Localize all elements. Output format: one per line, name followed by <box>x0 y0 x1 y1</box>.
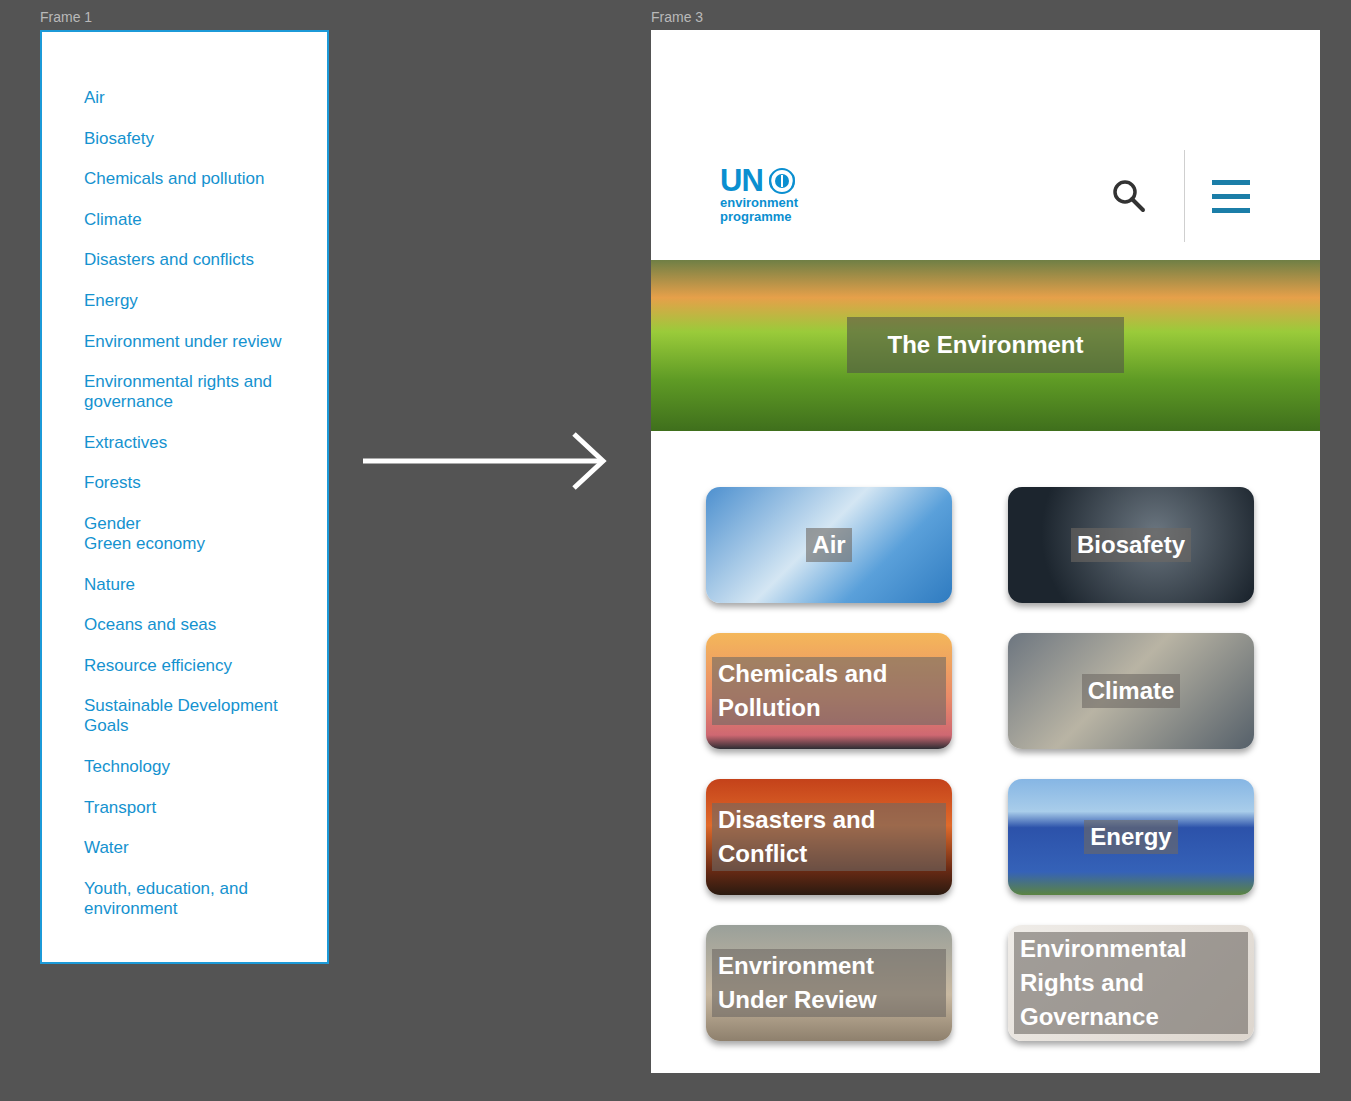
logo-line: environment <box>720 196 798 210</box>
logo[interactable]: UNenvironmentprogramme <box>720 166 798 224</box>
design-canvas: Frame 1 Frame 3 Air Biosafety Chemicals and … <box>0 0 1351 1101</box>
topic-card[interactable]: Chemicals and Pollution <box>706 633 952 749</box>
topic-item[interactable]: Resource efficiency <box>84 656 301 676</box>
topic-card[interactable]: Climate <box>1008 633 1254 749</box>
topic-item[interactable]: Chemicals and pollution <box>84 169 301 189</box>
topic-item[interactable]: Air <box>84 88 301 108</box>
topic-item[interactable]: Environment under review <box>84 332 301 352</box>
menu-icon <box>1212 208 1250 213</box>
page-frame: UNenvironmentprogramme The Environment Air… <box>651 30 1320 1073</box>
header-divider <box>1184 150 1185 242</box>
frame-label: Frame 1 <box>40 9 92 25</box>
topic-item[interactable]: Climate <box>84 210 301 230</box>
logo-top: UN <box>720 166 798 196</box>
topic-item[interactable]: Sustainable Development Goals <box>84 696 301 736</box>
card-title: Environmental Rights and Governance <box>1014 932 1248 1034</box>
topic-card[interactable]: Environmental Rights and Governance <box>1008 925 1254 1041</box>
topic-item[interactable]: Gender Green economy <box>84 514 301 554</box>
card-title: Biosafety <box>1071 528 1191 562</box>
topic-item[interactable]: Environmental rights and governance <box>84 372 301 412</box>
header: UNenvironmentprogramme <box>651 30 1320 260</box>
topic-card[interactable]: Air <box>706 487 952 603</box>
card-title: Chemicals and Pollution <box>712 657 946 725</box>
search-button[interactable] <box>1112 179 1146 213</box>
topic-item[interactable]: Oceans and seas <box>84 615 301 635</box>
frame-label: Frame 3 <box>651 9 703 25</box>
topic-item[interactable]: Water <box>84 838 301 858</box>
menu-button[interactable] <box>1212 180 1250 213</box>
topic-card[interactable]: Disasters and Conflict <box>706 779 952 895</box>
card-title: Energy <box>1084 820 1177 854</box>
logo-line: programme <box>720 210 798 224</box>
topic-item[interactable]: Extractives <box>84 433 301 453</box>
menu-icon <box>1212 194 1250 199</box>
topic-card[interactable]: Envrironment Under Review <box>706 925 952 1041</box>
topic-card[interactable]: Energy <box>1008 779 1254 895</box>
topic-item[interactable]: Technology <box>84 757 301 777</box>
topic-item[interactable]: Transport <box>84 798 301 818</box>
topic-card[interactable]: Biosafety <box>1008 487 1254 603</box>
card-title: Air <box>806 528 851 562</box>
topic-item[interactable]: Energy <box>84 291 301 311</box>
topic-item[interactable]: Disasters and conflicts <box>84 250 301 270</box>
card-title: Envrironment Under Review <box>712 949 946 1017</box>
topic-cards: Air Biosafety Chemicals and Pollution Clima… <box>651 431 1320 1041</box>
topic-item[interactable]: Biosafety <box>84 129 301 149</box>
menu-icon <box>1212 180 1250 185</box>
topic-item[interactable]: Youth, education, and environment <box>84 879 301 919</box>
card-title: Climate <box>1082 674 1181 708</box>
hero-title: The Environment <box>847 317 1123 373</box>
topic-list-frame[interactable]: Air Biosafety Chemicals and pollution Clima… <box>40 30 329 964</box>
logo-wordmark: UN <box>720 166 763 196</box>
topic-item[interactable]: Forests <box>84 473 301 493</box>
header-tools <box>1112 150 1250 242</box>
topic-item[interactable]: Nature <box>84 575 301 595</box>
emblem-icon <box>767 166 797 196</box>
card-title: Disasters and Conflict <box>712 803 946 871</box>
search-icon <box>1112 179 1146 213</box>
arrow-icon <box>360 430 610 492</box>
hero-banner: The Environment <box>651 260 1320 431</box>
